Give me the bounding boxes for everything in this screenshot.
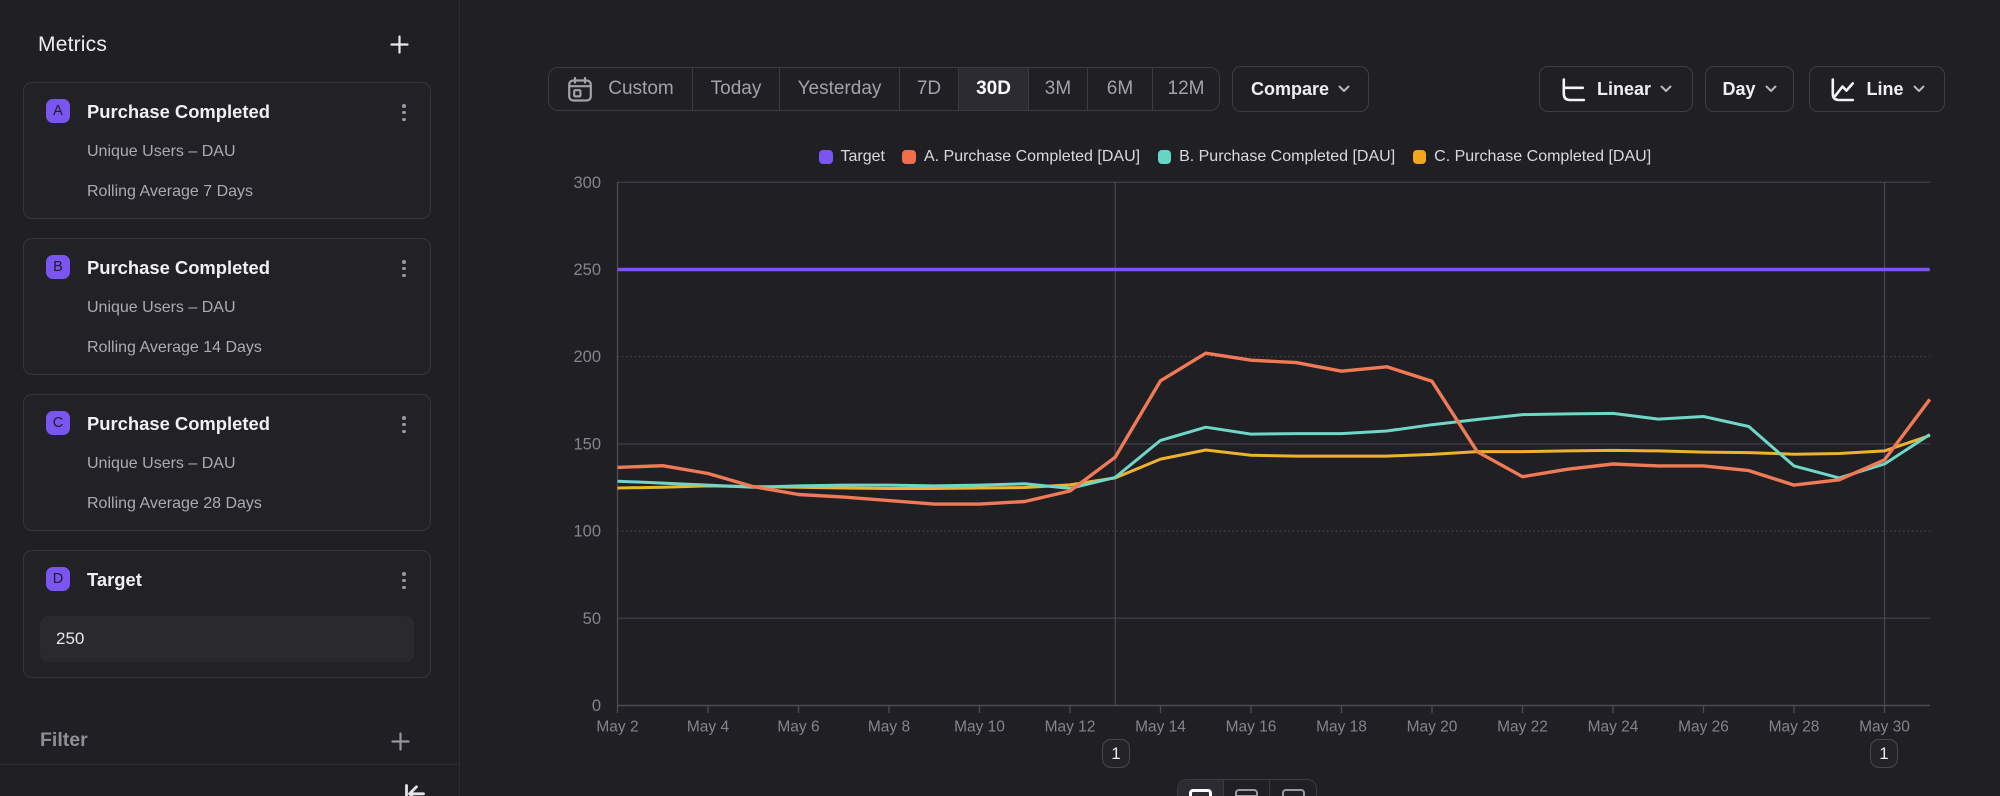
svg-text:May 4: May 4 [687, 719, 730, 736]
svg-text:300: 300 [573, 174, 601, 192]
svg-text:100: 100 [573, 523, 601, 541]
svg-text:May 12: May 12 [1045, 719, 1096, 736]
svg-text:200: 200 [573, 348, 601, 366]
svg-text:May 24: May 24 [1588, 719, 1639, 736]
svg-text:May 30: May 30 [1859, 719, 1910, 736]
svg-text:May 16: May 16 [1226, 719, 1277, 736]
svg-text:250: 250 [573, 261, 601, 279]
svg-text:May 18: May 18 [1316, 719, 1367, 736]
svg-text:May 2: May 2 [596, 719, 638, 736]
svg-text:May 6: May 6 [777, 719, 819, 736]
svg-text:May 22: May 22 [1497, 719, 1548, 736]
svg-text:May 20: May 20 [1407, 719, 1458, 736]
svg-text:50: 50 [583, 610, 601, 628]
svg-text:May 8: May 8 [868, 719, 910, 736]
svg-text:150: 150 [573, 435, 601, 453]
svg-text:May 14: May 14 [1135, 719, 1186, 736]
svg-text:May 28: May 28 [1769, 719, 1820, 736]
svg-text:0: 0 [592, 697, 601, 715]
svg-text:May 26: May 26 [1678, 719, 1729, 736]
svg-text:May 10: May 10 [954, 719, 1005, 736]
